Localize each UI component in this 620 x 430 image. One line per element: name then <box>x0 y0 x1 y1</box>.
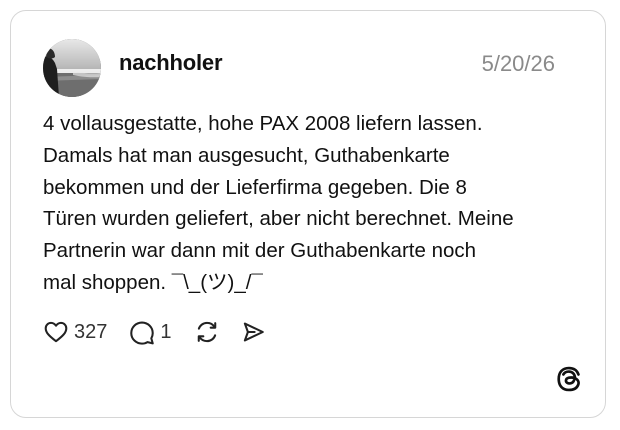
reply-button[interactable]: 1 <box>129 319 172 345</box>
post-text-line: Partnerin war dann mit der Guthabenkarte… <box>43 239 477 263</box>
repost-button[interactable] <box>194 319 220 345</box>
repost-arrows-icon <box>197 321 216 343</box>
post-text-line: Damals hat man ausgesucht, Guthabenkarte <box>43 143 450 167</box>
post-text-line: bekommen und der Lieferfirma gegeben. Di… <box>43 175 467 199</box>
like-count: 327 <box>74 320 108 343</box>
post-text-line: Türen wurden geliefert, aber nicht berec… <box>43 207 514 231</box>
threads-logo-icon <box>557 366 580 392</box>
avatar-image <box>43 39 101 97</box>
reply-count: 1 <box>160 320 172 343</box>
post-actions: 327 1 <box>43 316 266 348</box>
like-button[interactable]: 327 <box>43 319 107 345</box>
post-date: 5/20/26 <box>481 51 555 76</box>
avatar[interactable] <box>43 39 101 97</box>
post-card: nachholer 5/20/26 4 vollausgestatte, hoh… <box>10 10 606 418</box>
post-text-line: 4 vollausgestatte, hohe PAX 2008 liefern… <box>43 112 483 135</box>
paper-plane-icon <box>243 322 264 342</box>
heart-icon <box>44 321 68 343</box>
post-text: 4 vollausgestatte, hohe PAX 2008 liefern… <box>43 108 583 299</box>
username[interactable]: nachholer <box>119 50 223 76</box>
post-text-line: mal shoppen. ¯\_(ツ)_/¯ <box>43 270 263 294</box>
share-button[interactable] <box>240 319 266 345</box>
speech-bubble-icon <box>130 321 155 345</box>
